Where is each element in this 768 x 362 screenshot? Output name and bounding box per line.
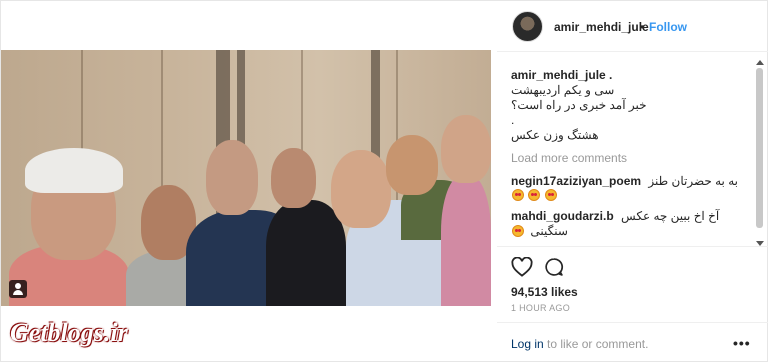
scrollbar-thumb[interactable] xyxy=(756,68,763,228)
caption-line: خبر آمد خبری در راه است؟ xyxy=(511,98,647,112)
scroll-up-arrow-icon[interactable] xyxy=(756,60,764,65)
post-header: amir_mehdi_jule • Follow xyxy=(497,0,768,52)
heart-icon[interactable] xyxy=(511,257,533,277)
comment-item: negin17aziziyan_poem به به حضرتان طنز xyxy=(511,174,749,189)
comment-item: mahdi_goudarzi.b آخ اخ ببین چه عکس xyxy=(511,209,749,224)
heart-eyes-emoji-icon xyxy=(544,189,557,201)
kiss-emoji-icon xyxy=(512,225,524,237)
load-more-comments-link[interactable]: Load more comments xyxy=(511,151,749,166)
comment-text: سنگینی xyxy=(530,224,568,238)
comment-emoji-row xyxy=(511,188,749,203)
person-face xyxy=(206,140,258,215)
login-prompt: Log in to like or comment. xyxy=(511,337,648,351)
login-link[interactable]: Log in xyxy=(511,337,544,351)
comment-username[interactable]: mahdi_goudarzi.b xyxy=(511,209,614,223)
caption-line: سی و یکم اردیبهشت xyxy=(511,83,615,97)
follow-button[interactable]: Follow xyxy=(649,20,687,34)
comment-bubble-icon[interactable] xyxy=(544,257,564,277)
comment-text: آخ اخ ببین چه عکس xyxy=(621,209,720,223)
post-actions xyxy=(497,246,768,286)
comments-scrollbar[interactable] xyxy=(755,60,764,246)
heart-eyes-emoji-icon xyxy=(512,189,524,201)
avatar[interactable] xyxy=(512,11,543,42)
person-face xyxy=(441,115,491,183)
instagram-post-page: Getblogs.ir amir_mehdi_jule • Follow ami… xyxy=(0,0,768,362)
person-face xyxy=(386,135,438,195)
header-separator: • xyxy=(640,20,645,34)
likes-count[interactable]: 94,513 likes xyxy=(511,285,578,299)
post-footer: Log in to like or comment. ••• xyxy=(497,322,768,362)
post-photo[interactable] xyxy=(1,50,491,306)
caption-line: هشتگ وزن عکس xyxy=(511,128,599,142)
scroll-down-arrow-icon[interactable] xyxy=(756,241,764,246)
post-sidebar: amir_mehdi_jule • Follow amir_mehdi_jule… xyxy=(497,0,768,362)
more-options-icon[interactable]: ••• xyxy=(733,335,751,351)
person-face xyxy=(331,150,391,228)
heart-eyes-emoji-icon xyxy=(528,189,541,201)
person-face xyxy=(271,148,316,208)
person-figure xyxy=(441,175,491,306)
comments-list: amir_mehdi_jule . سی و یکم اردیبهشت خبر … xyxy=(511,68,749,244)
user-tag-icon[interactable] xyxy=(9,280,27,298)
watermark: Getblogs.ir xyxy=(10,318,128,347)
person-figure xyxy=(266,200,346,306)
caption-username[interactable]: amir_mehdi_jule . xyxy=(511,68,612,82)
caption-line: . xyxy=(511,113,515,127)
caption-username-line: amir_mehdi_jule . xyxy=(511,68,749,83)
comment-username[interactable]: negin17aziziyan_poem xyxy=(511,174,641,188)
header-username[interactable]: amir_mehdi_jule xyxy=(554,20,649,34)
comment-text: به به حضرتان طنز xyxy=(648,174,738,188)
comment-item-continued: سنگینی xyxy=(511,224,749,239)
cap xyxy=(25,148,123,193)
post-timestamp[interactable]: 1 HOUR AGO xyxy=(511,303,570,313)
login-prompt-text: to like or comment. xyxy=(547,337,649,351)
